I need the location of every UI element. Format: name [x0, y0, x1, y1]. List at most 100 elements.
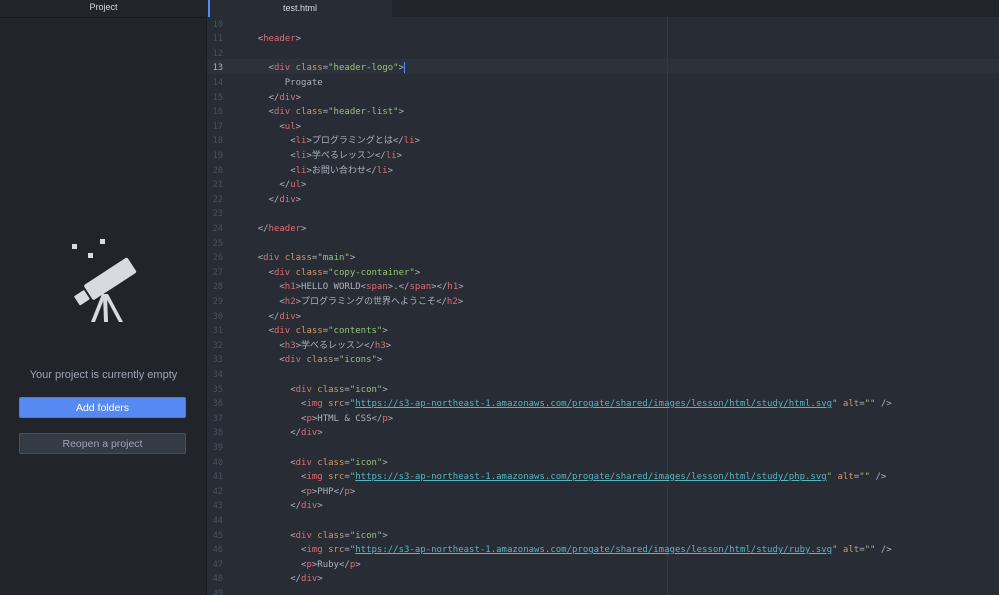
- code-line[interactable]: <h2>プログラミングの世界へようこそ</h2>: [236, 295, 463, 310]
- code-line[interactable]: <p>PHP</p>: [236, 485, 355, 500]
- line-number[interactable]: 14: [207, 76, 223, 91]
- code-line[interactable]: </div>: [236, 572, 323, 587]
- code-line[interactable]: </div>: [236, 91, 302, 106]
- code-line[interactable]: <p>Ruby</p>: [236, 558, 361, 573]
- code-line[interactable]: <div class="header-logo">: [236, 61, 406, 76]
- line-number[interactable]: 17: [207, 120, 223, 135]
- code-line[interactable]: <h3>学べるレッスン</h3>: [236, 339, 391, 354]
- line-number[interactable]: 45: [207, 529, 223, 544]
- code-token: >: [317, 574, 323, 585]
- code-token: "header-logo": [328, 63, 399, 74]
- line-number[interactable]: 32: [207, 339, 223, 354]
- code-token: class: [284, 253, 312, 264]
- line-number[interactable]: 21: [207, 178, 223, 193]
- line-number[interactable]: 37: [207, 412, 223, 427]
- line-number[interactable]: 12: [207, 47, 223, 62]
- line-number[interactable]: 48: [207, 572, 223, 587]
- line-number[interactable]: 19: [207, 149, 223, 164]
- code-token: "main": [317, 253, 350, 264]
- line-number[interactable]: 18: [207, 134, 223, 149]
- line-number[interactable]: 16: [207, 105, 223, 120]
- line-number[interactable]: 24: [207, 222, 223, 237]
- code-line[interactable]: <div class="main">: [236, 251, 356, 266]
- code-line[interactable]: <div class="icons">: [236, 353, 382, 368]
- line-number[interactable]: 40: [207, 456, 223, 471]
- code-line[interactable]: <div class="icon">: [236, 456, 388, 471]
- code-line[interactable]: <li>プログラミングとは</li>: [236, 134, 420, 149]
- code-line[interactable]: <div class="icon">: [236, 529, 388, 544]
- line-number[interactable]: 26: [207, 251, 223, 266]
- line-number[interactable]: 27: [207, 266, 223, 281]
- code-token: 学べるレッスン: [311, 150, 375, 161]
- line-number[interactable]: 23: [207, 207, 223, 222]
- code-token: div: [263, 253, 280, 264]
- line-number[interactable]: 29: [207, 295, 223, 310]
- code-line[interactable]: <li>学べるレッスン</li>: [236, 149, 402, 164]
- code-token: >: [398, 107, 405, 118]
- line-number[interactable]: 22: [207, 193, 223, 208]
- code-line[interactable]: <li>お問い合わせ</li>: [236, 164, 393, 179]
- code-token: src: [328, 545, 345, 556]
- code-token: alt: [842, 545, 860, 556]
- line-number[interactable]: 41: [207, 470, 223, 485]
- code-token: li: [376, 165, 388, 176]
- code-token: "header-list": [328, 107, 399, 118]
- line-number[interactable]: 42: [207, 485, 223, 500]
- code-line[interactable]: <div class="contents">: [236, 324, 388, 339]
- line-number[interactable]: 44: [207, 514, 223, 529]
- code-token: >: [387, 165, 393, 176]
- atom-editor-window: Project Your project is currently empty …: [0, 0, 999, 595]
- code-line[interactable]: <ul>: [236, 120, 301, 135]
- code-token: https://s3-ap-northeast-1.amazonaws.com/…: [355, 545, 833, 556]
- line-number[interactable]: 34: [207, 368, 223, 383]
- code-line[interactable]: <header>: [236, 32, 301, 47]
- code-token: >: [382, 384, 388, 395]
- line-number[interactable]: 35: [207, 383, 223, 398]
- line-number-gutter[interactable]: 10 11 12 13 14 15 16 17 18 19 20 21 22 23 24 25 26 27 28 29…: [207, 17, 235, 595]
- code-token: "contents": [328, 326, 383, 337]
- code-token: </: [290, 574, 302, 585]
- line-number[interactable]: 20: [207, 164, 223, 179]
- line-number[interactable]: 47: [207, 558, 223, 573]
- line-number[interactable]: 25: [207, 237, 223, 252]
- code-line[interactable]: Progate: [236, 76, 323, 91]
- code-line[interactable]: </header>: [236, 222, 307, 237]
- code-line[interactable]: <div class="header-list">: [236, 105, 405, 120]
- tab-test-html[interactable]: test.html: [208, 0, 392, 17]
- line-number[interactable]: 36: [207, 397, 223, 412]
- code-token: img: [306, 399, 323, 410]
- line-number[interactable]: 13: [207, 61, 223, 76]
- line-number[interactable]: 46: [207, 543, 223, 558]
- line-number[interactable]: 28: [207, 280, 223, 295]
- line-number[interactable]: 30: [207, 310, 223, 325]
- reopen-project-button[interactable]: Reopen a project: [19, 433, 186, 454]
- code-token: div: [279, 92, 296, 103]
- line-number[interactable]: 43: [207, 499, 223, 514]
- line-number[interactable]: 39: [207, 441, 223, 456]
- line-number[interactable]: 33: [207, 353, 223, 368]
- code-line[interactable]: <img src="https://s3-ap-northeast-1.amaz…: [236, 397, 892, 412]
- code-line[interactable]: <img src="https://s3-ap-northeast-1.amaz…: [236, 543, 892, 558]
- code-line[interactable]: </div>: [236, 499, 323, 514]
- code-line[interactable]: </div>: [236, 426, 323, 441]
- code-token: h3: [374, 340, 386, 351]
- line-number[interactable]: 15: [207, 91, 223, 106]
- code-line[interactable]: <div class="icon">: [236, 383, 388, 398]
- line-number[interactable]: 49: [207, 587, 223, 595]
- line-number[interactable]: 31: [207, 324, 223, 339]
- line-number[interactable]: 38: [207, 426, 223, 441]
- code-editor[interactable]: 10 11 12 13 14 15 16 17 18 19 20 21 22 23 24 25 26 27 28 29…: [207, 17, 999, 595]
- code-line[interactable]: </div>: [236, 310, 302, 325]
- code-line[interactable]: <h1>HELLO WORLD<span>.</span></h1>: [236, 280, 463, 295]
- line-number[interactable]: 10: [207, 18, 223, 33]
- code-line[interactable]: <div class="copy-container">: [236, 266, 421, 281]
- code-line[interactable]: <p>HTML & CSS</p>: [236, 412, 393, 427]
- code-line[interactable]: <img src="https://s3-ap-northeast-1.amaz…: [236, 470, 886, 485]
- code-line[interactable]: </div>: [236, 193, 302, 208]
- add-folders-button[interactable]: Add folders: [19, 397, 186, 418]
- line-number[interactable]: 11: [207, 32, 223, 47]
- code-line[interactable]: </ul>: [236, 178, 306, 193]
- project-panel-title[interactable]: Project: [0, 0, 207, 18]
